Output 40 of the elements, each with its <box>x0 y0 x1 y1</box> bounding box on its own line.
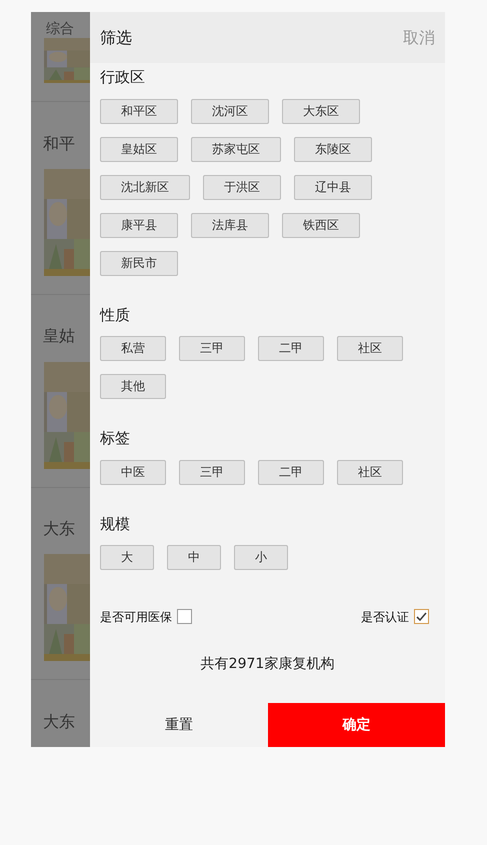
list-item-title: 皇姑 <box>42 325 76 348</box>
confirm-button[interactable]: 确定 <box>268 703 445 747</box>
checkbox-label: 是否认证 <box>361 610 409 624</box>
section-title: 行政区 <box>100 67 146 88</box>
filter-tag[interactable]: 三甲 <box>179 336 245 361</box>
filter-tag[interactable]: 东陵区 <box>294 136 372 162</box>
filter-tag[interactable]: 小 <box>234 545 288 570</box>
filter-tag[interactable]: 社区 <box>337 460 403 484</box>
filter-tag[interactable]: 法库县 <box>191 212 269 238</box>
filter-tag[interactable]: 沈北新区 <box>100 174 190 200</box>
list-item-title: 和平 <box>42 132 76 155</box>
filter-tag[interactable]: 于洪区 <box>203 174 281 200</box>
filter-tag[interactable]: 中医 <box>100 460 166 484</box>
filter-tag[interactable]: 铁西区 <box>282 212 360 238</box>
filter-tag[interactable]: 康平县 <box>100 212 178 238</box>
filter-tag[interactable]: 辽中县 <box>294 174 372 200</box>
section-title: 标签 <box>100 428 131 449</box>
filter-tag[interactable]: 二甲 <box>258 336 324 361</box>
filter-tag[interactable]: 三甲 <box>179 460 245 484</box>
panel-title: 筛选 <box>100 26 132 48</box>
filter-tag[interactable]: 私营 <box>100 336 166 361</box>
section-title: 规模 <box>100 514 131 534</box>
checkbox[interactable] <box>177 609 192 624</box>
filter-tag[interactable]: 其他 <box>100 374 166 399</box>
checkbox[interactable] <box>414 609 429 624</box>
filter-tag[interactable]: 大 <box>100 545 154 570</box>
section-title: 性质 <box>100 304 131 326</box>
filter-tag[interactable]: 大东区 <box>282 98 360 124</box>
filter-tag[interactable]: 沈河区 <box>191 98 269 124</box>
filter-tag[interactable]: 皇姑区 <box>100 136 178 162</box>
list-item-title: 大东 <box>42 710 76 733</box>
filter-tag[interactable]: 二甲 <box>258 460 324 484</box>
result-count: 共有2971家康复机构 <box>200 655 336 674</box>
filter-tag[interactable]: 和平区 <box>100 98 178 124</box>
filter-tag[interactable]: 苏家屯区 <box>191 136 281 162</box>
filter-tag[interactable]: 新民市 <box>100 250 178 276</box>
checkbox-label: 是否可用医保 <box>100 610 172 624</box>
list-item-title: 大东 <box>42 518 76 540</box>
filter-tag[interactable]: 中 <box>167 545 221 570</box>
filter-tag[interactable]: 社区 <box>337 336 403 361</box>
